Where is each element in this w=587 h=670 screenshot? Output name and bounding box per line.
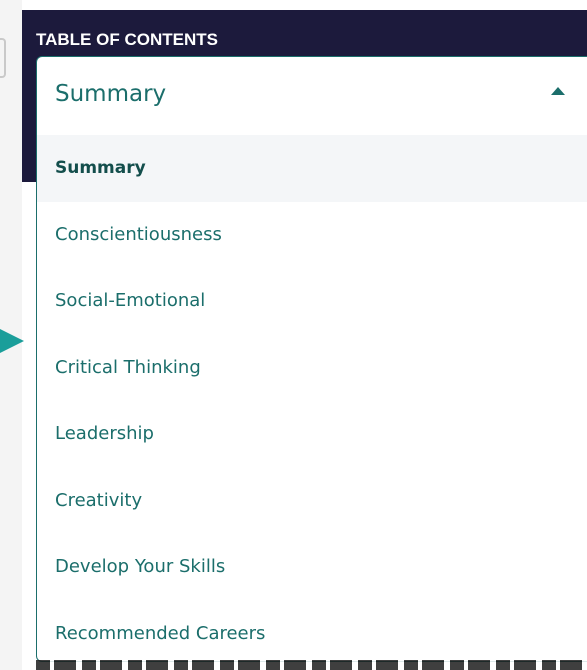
option-leadership[interactable]: Leadership bbox=[37, 401, 587, 468]
pointer-arrow-icon bbox=[0, 329, 24, 353]
background-fragment bbox=[0, 38, 6, 78]
option-social-emotional[interactable]: Social-Emotional bbox=[37, 268, 587, 335]
page: TABLE OF CONTENTS Summary Summary Consci… bbox=[0, 0, 587, 670]
option-develop-your-skills[interactable]: Develop Your Skills bbox=[37, 534, 587, 601]
option-conscientiousness[interactable]: Conscientiousness bbox=[37, 202, 587, 269]
option-recommended-careers[interactable]: Recommended Careers bbox=[37, 601, 587, 662]
option-summary[interactable]: Summary bbox=[37, 135, 587, 202]
toc-title: TABLE OF CONTENTS bbox=[36, 30, 218, 49]
chevron-up-icon[interactable] bbox=[551, 87, 565, 95]
dropdown-selected[interactable]: Summary bbox=[37, 57, 587, 135]
option-creativity[interactable]: Creativity bbox=[37, 468, 587, 535]
toc-dropdown[interactable]: Summary Summary Conscientiousness Social… bbox=[36, 56, 587, 662]
dropdown-selected-label: Summary bbox=[55, 81, 167, 107]
background-text-fragment bbox=[36, 660, 587, 670]
option-list: Summary Conscientiousness Social-Emotion… bbox=[37, 135, 587, 662]
option-critical-thinking[interactable]: Critical Thinking bbox=[37, 335, 587, 402]
